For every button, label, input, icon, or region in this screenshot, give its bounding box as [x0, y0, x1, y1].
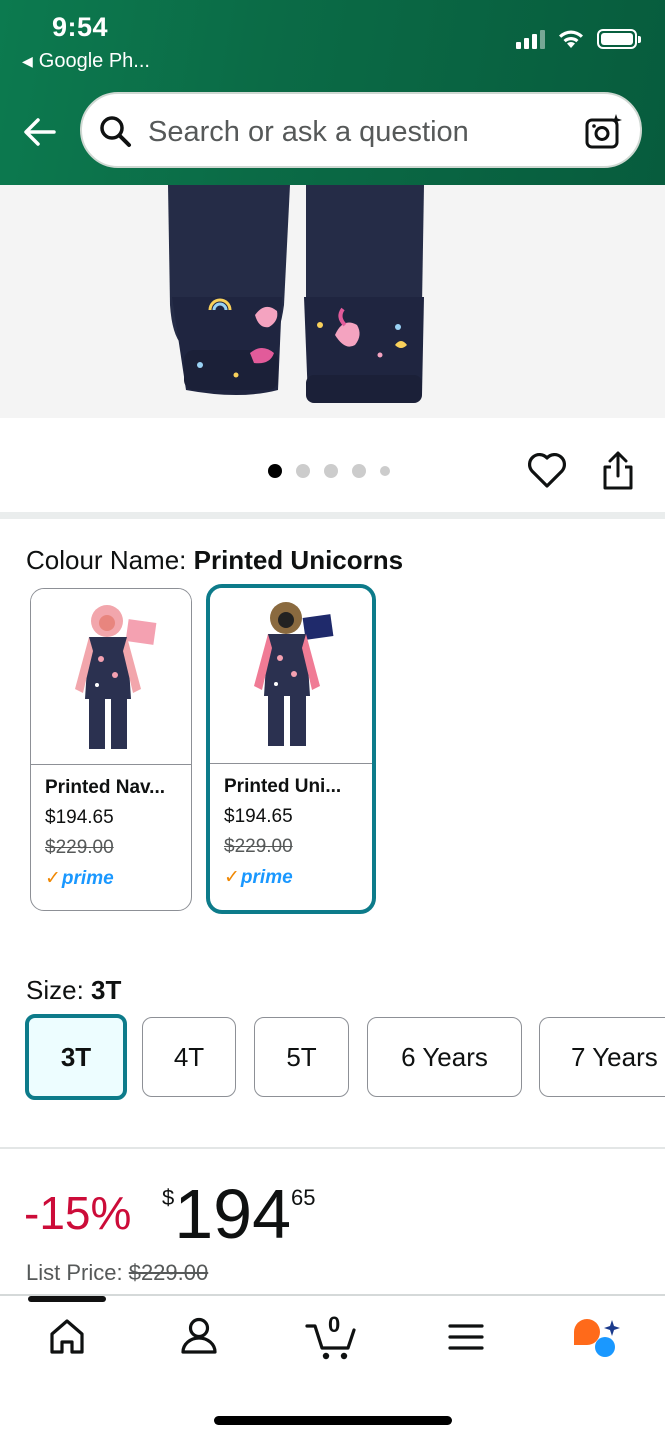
active-tab-indicator: [28, 1296, 106, 1302]
app-header: 9:54 ◀ Google Ph... Search or ask a ques…: [0, 0, 665, 185]
back-triangle-icon: ◀: [22, 53, 33, 69]
prime-label: prime: [240, 866, 293, 888]
carousel-dot[interactable]: [380, 466, 390, 476]
back-arrow-icon[interactable]: [20, 112, 60, 152]
share-icon[interactable]: [600, 450, 636, 492]
search-bar[interactable]: Search or ask a question: [80, 92, 642, 168]
search-input[interactable]: Search or ask a question: [148, 116, 469, 149]
size-option-5t[interactable]: 5T: [254, 1017, 349, 1097]
image-carousel-controls: [0, 418, 665, 512]
colour-option-name: Printed Nav...: [45, 777, 166, 798]
prime-badge: ✓ prime: [224, 866, 372, 889]
discount-percent: -15%: [24, 1187, 132, 1239]
section-divider: [0, 1147, 665, 1149]
section-divider: [0, 512, 665, 519]
colour-option-list-price: $229.00: [224, 836, 293, 857]
list-price: List Price: $229.00: [26, 1260, 208, 1286]
colour-option-thumbnail: [31, 589, 191, 765]
cart-button[interactable]: 0: [304, 1312, 360, 1362]
account-icon[interactable]: [178, 1314, 220, 1358]
back-to-app-link[interactable]: ◀ Google Ph...: [22, 50, 150, 73]
heart-icon[interactable]: [526, 450, 568, 490]
carousel-dot[interactable]: [268, 464, 282, 478]
size-option-7-years[interactable]: 7 Years: [539, 1017, 665, 1097]
size-option-6-years[interactable]: 6 Years: [367, 1017, 522, 1097]
home-icon[interactable]: [46, 1314, 88, 1358]
colour-option-thumbnail: [210, 588, 372, 764]
price-fraction: 65: [291, 1185, 316, 1210]
cart-count: 0: [328, 1312, 341, 1337]
colour-label-prefix: Colour Name:: [26, 545, 194, 575]
colour-option-list-price: $229.00: [45, 837, 114, 858]
cellular-signal-icon: [516, 29, 545, 49]
rufus-assistant-icon[interactable]: [570, 1316, 622, 1360]
prime-badge: ✓ prime: [45, 867, 191, 890]
size-option-4t[interactable]: 4T: [142, 1017, 236, 1097]
back-app-label: Google Ph...: [38, 50, 150, 72]
size-label-prefix: Size:: [26, 975, 92, 1005]
colour-selected-value: Printed Unicorns: [193, 545, 404, 575]
price-whole: 194: [174, 1175, 292, 1253]
battery-icon: [597, 29, 641, 49]
home-indicator: [214, 1416, 452, 1425]
size-option-3t[interactable]: 3T: [25, 1014, 127, 1100]
colour-option-name: Printed Uni...: [224, 776, 342, 797]
menu-icon[interactable]: [446, 1314, 486, 1358]
list-price-label: List Price:: [26, 1260, 129, 1285]
colour-option-printed-navy[interactable]: Printed Nav... $194.65 $229.00 ✓ prime: [30, 588, 192, 911]
camera-search-icon[interactable]: [584, 112, 624, 152]
prime-label: prime: [61, 867, 114, 889]
carousel-dot[interactable]: [324, 464, 338, 478]
status-time: 9:54: [52, 12, 109, 42]
size-selected-value: 3T: [91, 975, 122, 1005]
carousel-dot[interactable]: [352, 464, 366, 478]
colour-option-price: $194.65: [45, 807, 114, 828]
search-icon: [100, 116, 131, 147]
carousel-dot[interactable]: [296, 464, 310, 478]
snowsuit-legs-image: [168, 185, 424, 403]
list-price-value: $229.00: [128, 1260, 209, 1285]
prime-check-icon: ✓: [224, 867, 240, 888]
wifi-icon: [559, 30, 583, 48]
colour-label: Colour Name: Printed Unicorns: [26, 545, 403, 576]
size-label: Size: 3T: [26, 975, 121, 1006]
carousel-dots[interactable]: [268, 464, 390, 478]
current-price: $ 194 65: [162, 1177, 316, 1251]
product-image[interactable]: [0, 185, 665, 418]
status-icons: [516, 28, 641, 50]
colour-option-printed-unicorns[interactable]: Printed Uni... $194.65 $229.00 ✓ prime: [206, 584, 376, 914]
price-currency: $: [162, 1185, 175, 1210]
colour-option-price: $194.65: [224, 806, 293, 827]
prime-check-icon: ✓: [45, 868, 61, 889]
